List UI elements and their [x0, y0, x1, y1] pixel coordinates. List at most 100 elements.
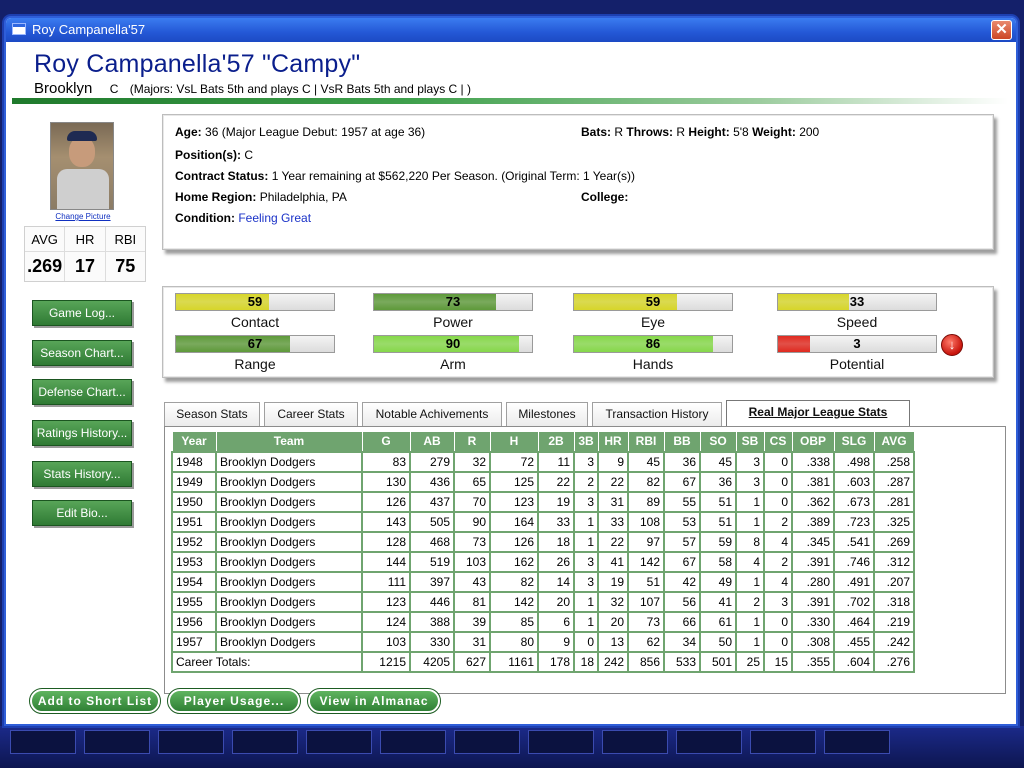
table-cell: 330 [409, 630, 455, 653]
column-header[interactable]: BB [663, 431, 701, 452]
rating-eye: 59 Eye [573, 293, 733, 330]
column-header[interactable]: Team [215, 431, 363, 452]
table-cell: .325 [873, 510, 915, 533]
table-cell: .242 [873, 630, 915, 653]
table-cell: 162 [489, 550, 539, 573]
table-cell: .281 [873, 490, 915, 513]
table-cell: 178 [537, 650, 575, 673]
table-cell: 33 [597, 510, 629, 533]
tab-real-major-league-stats[interactable]: Real Major League Stats [726, 400, 910, 427]
background-tile [528, 730, 594, 754]
table-cell: .345 [791, 530, 835, 553]
table-cell: 51 [627, 570, 665, 593]
game-log-button[interactable]: Game Log... [32, 300, 132, 326]
change-picture-link[interactable]: Change Picture [50, 212, 116, 221]
table-cell: 1956 [171, 610, 217, 633]
table-cell: 32 [453, 450, 491, 473]
table-cell: 1 [735, 630, 765, 653]
table-cell: 4 [763, 570, 793, 593]
tab-transaction-history[interactable]: Transaction History [592, 402, 722, 426]
table-cell: Brooklyn Dodgers [215, 470, 363, 493]
table-cell: 1 [573, 610, 599, 633]
table-cell: .318 [873, 590, 915, 613]
table-cell: 130 [361, 470, 411, 493]
column-header[interactable]: SO [699, 431, 737, 452]
table-cell: Brooklyn Dodgers [215, 550, 363, 573]
tab-notable-achivements[interactable]: Notable Achivements [362, 402, 502, 426]
rating-value: 3 [853, 336, 861, 351]
table-cell: .723 [833, 510, 875, 533]
table-cell: 1 [735, 490, 765, 513]
background-tile [602, 730, 668, 754]
rating-arm: 90 Arm [373, 335, 533, 372]
stats-history-button[interactable]: Stats History... [32, 461, 132, 487]
table-cell: 6 [537, 610, 575, 633]
table-cell: Brooklyn Dodgers [215, 510, 363, 533]
background-tile [158, 730, 224, 754]
table-cell: Brooklyn Dodgers [215, 570, 363, 593]
column-header[interactable]: AB [409, 431, 455, 452]
defense-chart-button[interactable]: Defense Chart... [32, 379, 132, 405]
table-cell: 11 [537, 450, 575, 473]
column-header[interactable]: OBP [791, 431, 835, 452]
column-header[interactable]: RBI [627, 431, 665, 452]
table-cell: 42 [663, 570, 701, 593]
table-cell: 128 [361, 530, 411, 553]
table-cell: .276 [873, 650, 915, 673]
title-bar[interactable]: Roy Campanella'57 ✕ [6, 18, 1016, 42]
table-cell: 1952 [171, 530, 217, 553]
column-header[interactable]: R [453, 431, 491, 452]
column-header[interactable]: SB [735, 431, 765, 452]
edit-bio-button[interactable]: Edit Bio... [32, 500, 132, 526]
tab-milestones[interactable]: Milestones [506, 402, 588, 426]
rating-label: Power [433, 314, 473, 330]
season-chart-button[interactable]: Season Chart... [32, 340, 132, 366]
summary-label: AVG [25, 227, 65, 252]
table-cell: .541 [833, 530, 875, 553]
condition-row: Condition: Feeling Great [175, 211, 312, 225]
rating-value: 59 [247, 294, 263, 309]
table-cell: 67 [663, 470, 701, 493]
column-header[interactable]: HR [597, 431, 629, 452]
table-cell: 97 [627, 530, 665, 553]
table-cell: 142 [627, 550, 665, 573]
column-header[interactable]: G [361, 431, 411, 452]
column-header[interactable]: SLG [833, 431, 875, 452]
tab-career-stats[interactable]: Career Stats [264, 402, 358, 426]
table-cell: 56 [663, 590, 701, 613]
rating-speed: 33 Speed [777, 293, 937, 330]
table-cell: .308 [791, 630, 835, 653]
window-icon [12, 23, 26, 35]
table-cell: .258 [873, 450, 915, 473]
column-header[interactable]: CS [763, 431, 793, 452]
condition-link[interactable]: Feeling Great [238, 211, 311, 225]
table-cell: 73 [627, 610, 665, 633]
column-header[interactable]: 3B [573, 431, 599, 452]
column-header[interactable]: 2B [537, 431, 575, 452]
ratings-history-button[interactable]: Ratings History... [32, 420, 132, 446]
table-cell: .381 [791, 470, 835, 493]
table-cell: 1954 [171, 570, 217, 593]
table-cell: 72 [489, 450, 539, 473]
add-to-short-list-button[interactable]: Add to Short List [29, 688, 161, 714]
player-team[interactable]: Brooklyn [34, 80, 92, 97]
rating-label: Potential [829, 356, 885, 372]
column-header[interactable]: H [489, 431, 539, 452]
rating-label: Speed [836, 314, 878, 330]
table-cell: 59 [699, 530, 737, 553]
table-cell: 111 [361, 570, 411, 593]
summary-label: RBI [105, 227, 145, 252]
column-header[interactable]: AVG [873, 431, 915, 452]
table-cell: 125 [489, 470, 539, 493]
table-cell: 36 [663, 450, 701, 473]
table-row: 1955 Brooklyn Dodgers 123 446 81 142 20 1 32 107 5… [171, 590, 915, 613]
tab-season-stats[interactable]: Season Stats [164, 402, 260, 426]
column-header[interactable]: Year [171, 431, 217, 452]
rating-value: 33 [849, 294, 865, 309]
table-cell: 856 [627, 650, 665, 673]
table-cell: 26 [537, 550, 575, 573]
close-button[interactable]: ✕ [991, 20, 1012, 40]
player-usage-button[interactable]: Player Usage... [167, 688, 301, 714]
view-in-almanac-button[interactable]: View in Almanac [307, 688, 441, 714]
table-cell: 108 [627, 510, 665, 533]
